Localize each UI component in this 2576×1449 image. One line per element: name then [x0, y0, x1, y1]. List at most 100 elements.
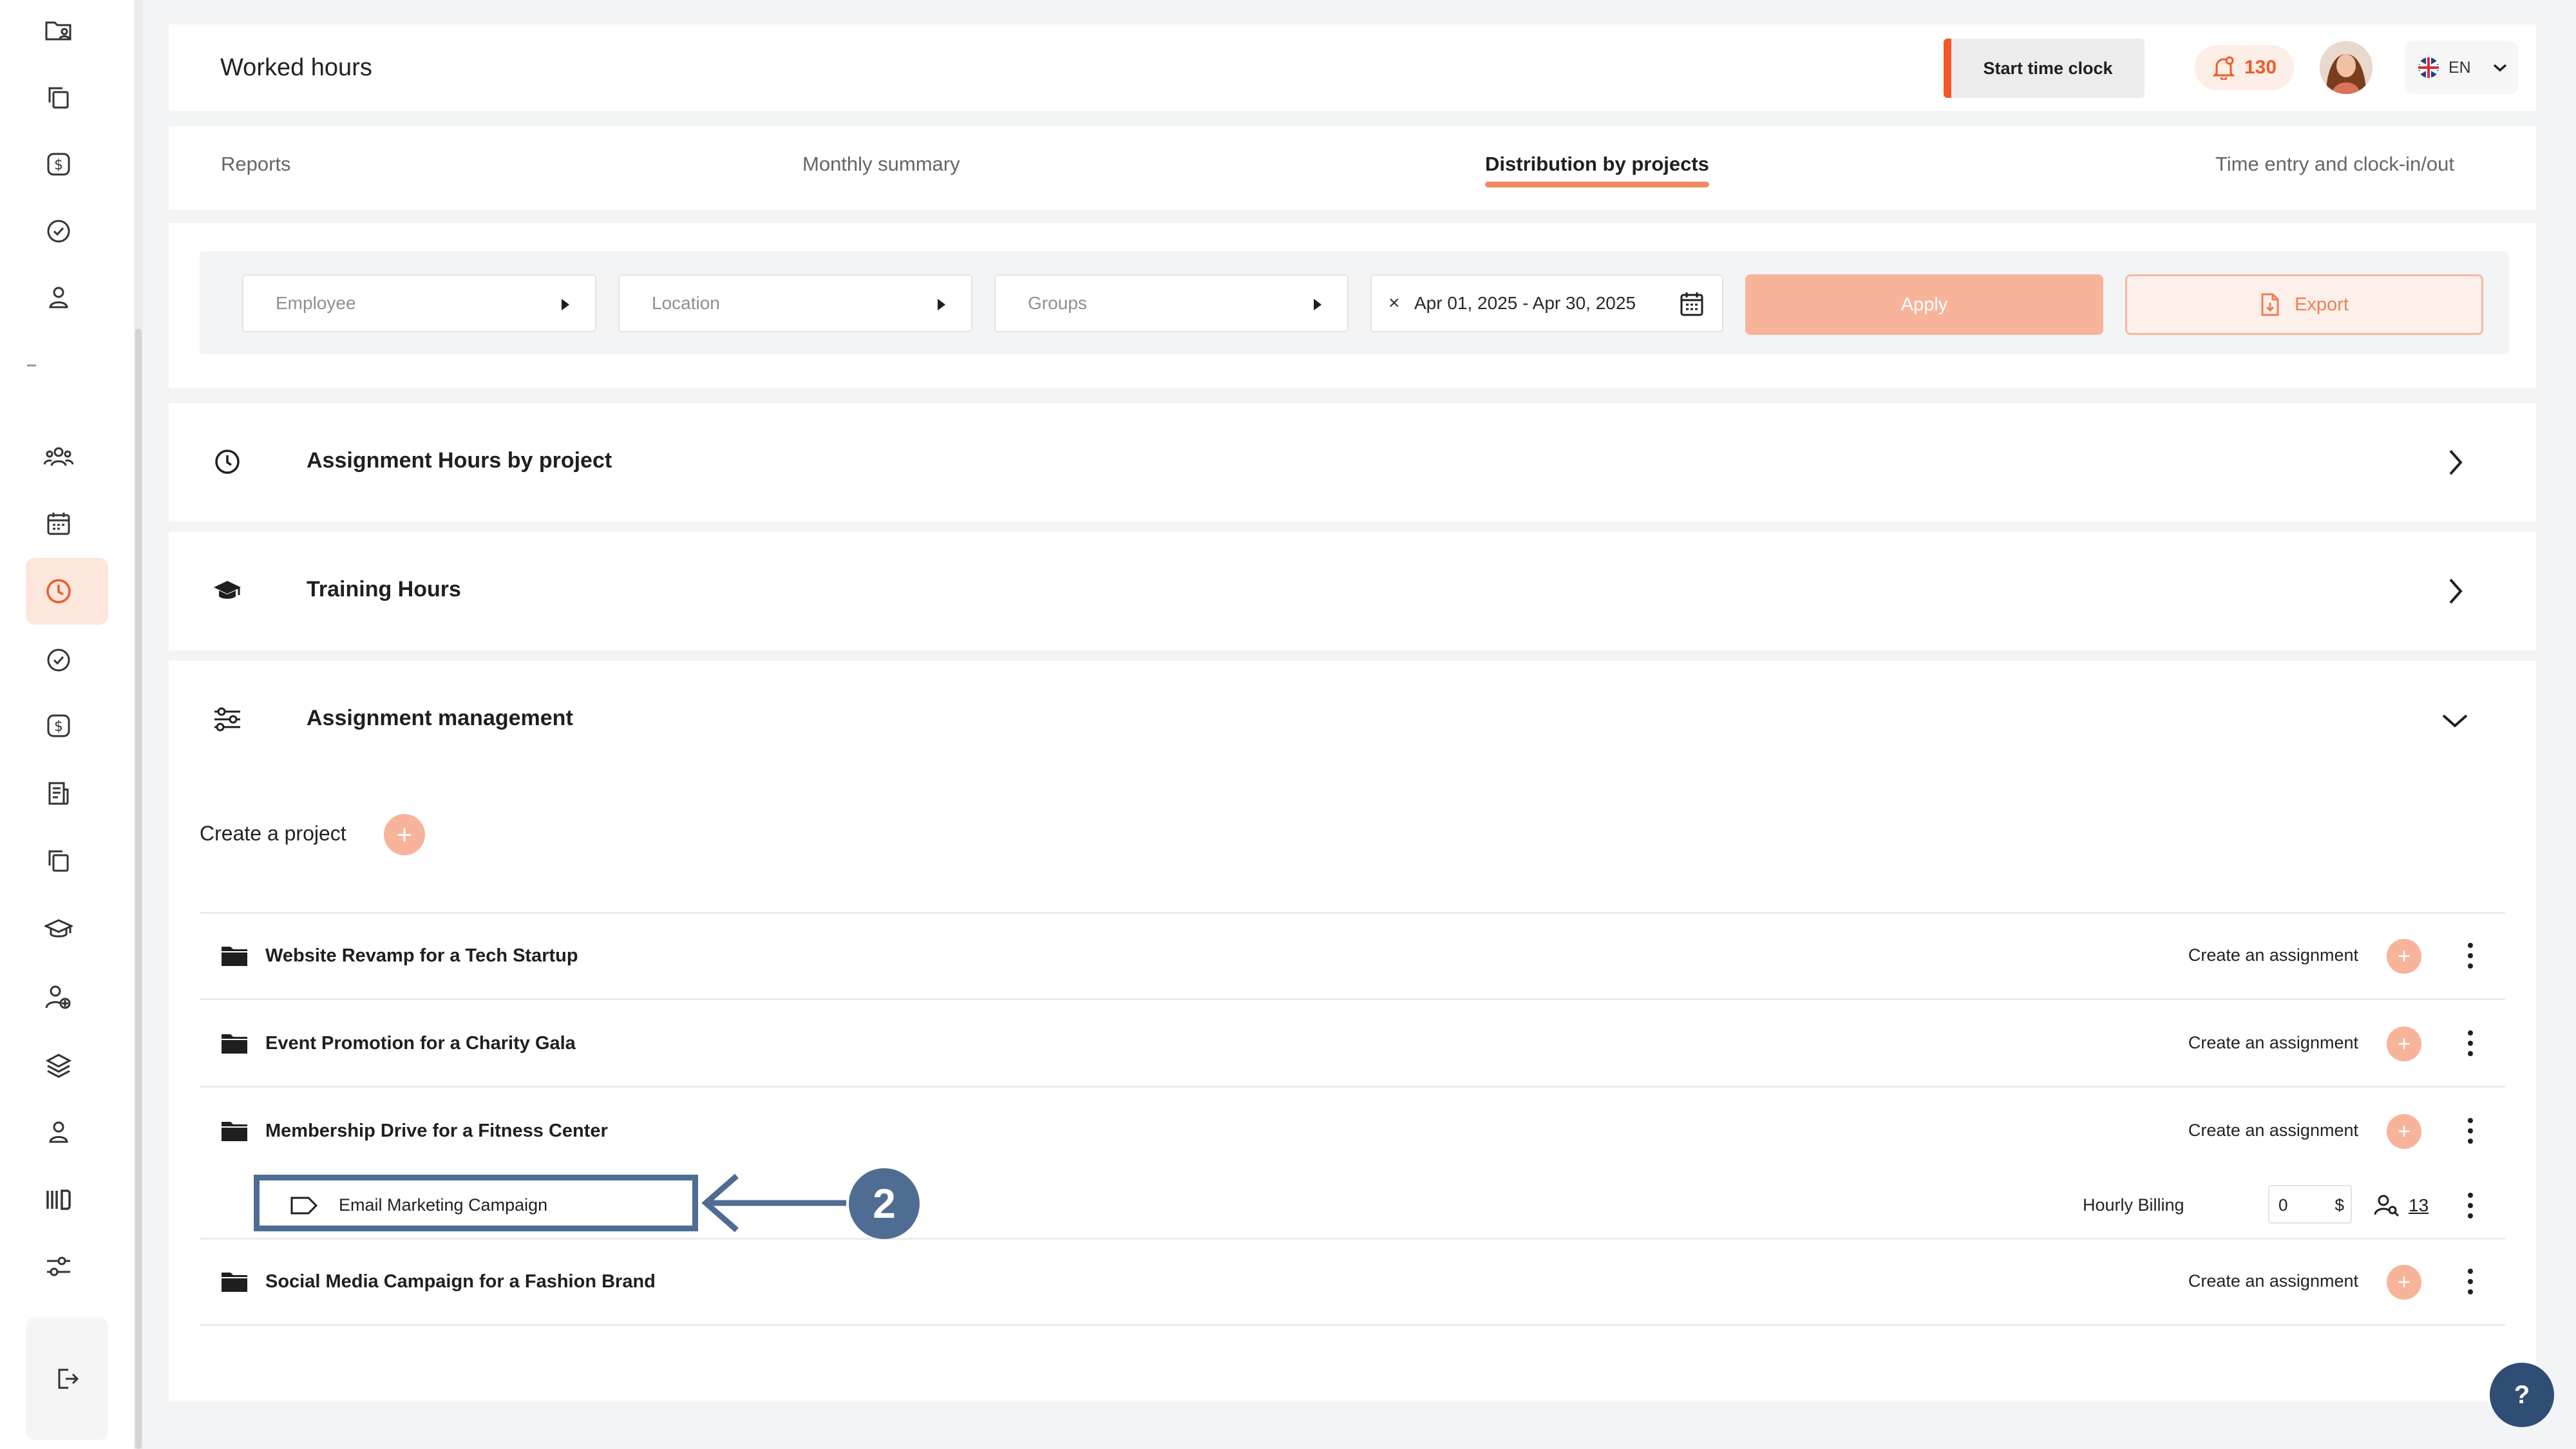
folder-icon: [222, 1122, 247, 1141]
create-assignment-link[interactable]: Create an assignment: [2093, 1033, 2358, 1053]
clear-date-icon[interactable]: ×: [1388, 292, 1403, 314]
sliders-icon[interactable]: [40, 1248, 77, 1285]
location-placeholder: Location: [652, 293, 720, 313]
hourly-rate-value: 0: [2278, 1195, 2288, 1215]
date-range-picker[interactable]: × Apr 01, 2025 - Apr 30, 2025: [1370, 274, 1723, 332]
bell-icon: [2212, 56, 2235, 80]
check-circle-icon[interactable]: [40, 641, 77, 679]
divider: [200, 1324, 2505, 1326]
divider: [200, 1086, 2505, 1088]
calendar-icon[interactable]: [40, 505, 77, 542]
more-options-icon[interactable]: [2461, 1027, 2479, 1060]
apply-button[interactable]: Apply: [1745, 274, 2103, 335]
caret-right-icon: [1314, 299, 1321, 310]
create-assignment-button[interactable]: +: [2387, 1027, 2421, 1061]
dollar-icon[interactable]: $: [40, 707, 77, 744]
more-options-icon[interactable]: [2461, 1265, 2479, 1298]
employee-select[interactable]: Employee: [242, 274, 596, 332]
user-search-icon[interactable]: [2374, 1193, 2400, 1217]
page-title: Worked hours: [220, 54, 372, 81]
copy-icon[interactable]: [40, 842, 77, 879]
start-time-clock-button[interactable]: Start time clock: [1944, 39, 2145, 98]
chevron-down-icon[interactable]: [2436, 701, 2474, 739]
assigned-members-count[interactable]: 13: [2409, 1195, 2429, 1216]
project-name[interactable]: Website Revamp for a Tech Startup: [265, 945, 578, 967]
chevron-down-icon: [2493, 64, 2506, 72]
project-name[interactable]: Event Promotion for a Charity Gala: [265, 1033, 576, 1054]
create-assignment-link[interactable]: Create an assignment: [2093, 1121, 2358, 1141]
currency-symbol: $: [2334, 1195, 2344, 1215]
create-assignment-link[interactable]: Create an assignment: [2093, 945, 2358, 965]
graduation-cap-icon: [207, 571, 247, 611]
graduation-cap-icon[interactable]: [40, 911, 77, 948]
create-assignment-button[interactable]: +: [2387, 939, 2421, 974]
barcode-icon[interactable]: [40, 1181, 77, 1218]
hourly-rate-input[interactable]: 0 $: [2268, 1185, 2352, 1224]
layers-icon[interactable]: [40, 1046, 77, 1084]
annotation-arrow-icon: [701, 1173, 846, 1233]
dollar-icon[interactable]: $: [40, 146, 77, 183]
language-label: EN: [2448, 58, 2471, 77]
more-options-icon[interactable]: [2461, 1189, 2479, 1222]
calendar-icon[interactable]: [1680, 291, 1704, 317]
sidebar: $ $: [0, 0, 134, 1449]
clock-icon: [207, 442, 247, 482]
notification-count: 130: [2244, 57, 2277, 78]
sidebar-scrollbar-thumb[interactable]: [135, 328, 142, 1449]
report-icon[interactable]: [40, 775, 77, 812]
section-title-assignment-management: Assignment management: [307, 706, 573, 730]
annotation-step-badge: 2: [849, 1168, 920, 1239]
svg-text:$: $: [54, 719, 63, 735]
svg-text:$: $: [54, 157, 63, 173]
check-circle-icon[interactable]: [40, 213, 77, 250]
annotation-highlight-box: [254, 1175, 698, 1231]
clock-icon[interactable]: [40, 573, 77, 610]
folder-icon: [222, 947, 247, 966]
tab-time-entry[interactable]: Time entry and clock-in/out: [2215, 153, 2454, 176]
tab-reports[interactable]: Reports: [221, 153, 291, 176]
team-icon[interactable]: [40, 438, 77, 475]
create-assignment-link[interactable]: Create an assignment: [2093, 1271, 2358, 1291]
user-settings-icon[interactable]: [40, 979, 77, 1016]
create-assignment-button[interactable]: +: [2387, 1114, 2421, 1149]
chevron-right-icon[interactable]: [2436, 572, 2474, 611]
notifications-button[interactable]: 130: [2195, 45, 2294, 90]
export-button[interactable]: Export: [2125, 274, 2483, 335]
create-project-label: Create a project: [200, 822, 346, 845]
logout-icon[interactable]: [48, 1360, 86, 1397]
create-project-button[interactable]: +: [384, 814, 425, 855]
create-assignment-button[interactable]: +: [2387, 1265, 2421, 1300]
apply-label: Apply: [1900, 294, 1948, 315]
billing-type-label: Hourly Billing: [2083, 1195, 2184, 1215]
folder-icon: [222, 1034, 247, 1054]
project-name[interactable]: Social Media Campaign for a Fashion Bran…: [265, 1271, 656, 1293]
tab-distribution-by-projects[interactable]: Distribution by projects: [1485, 153, 1709, 176]
user-icon[interactable]: [40, 1113, 77, 1150]
groups-select[interactable]: Groups: [994, 274, 1349, 332]
training-hours-section[interactable]: [169, 532, 2536, 650]
folder-user-icon[interactable]: [40, 12, 77, 49]
file-export-icon: [2261, 293, 2279, 316]
more-options-icon[interactable]: [2461, 939, 2479, 972]
tab-monthly-summary[interactable]: Monthly summary: [802, 153, 960, 176]
caret-right-icon: [938, 299, 945, 310]
avatar[interactable]: [2320, 41, 2372, 94]
language-selector[interactable]: EN: [2405, 41, 2518, 94]
tabs-bar: [169, 126, 2536, 210]
project-name[interactable]: Membership Drive for a Fitness Center: [265, 1121, 608, 1142]
folder-icon: [222, 1273, 247, 1292]
sliders-icon: [207, 699, 247, 739]
date-range-value: Apr 01, 2025 - Apr 30, 2025: [1414, 293, 1636, 313]
section-title-training-hours: Training Hours: [307, 577, 461, 601]
help-button[interactable]: ?: [2490, 1363, 2554, 1427]
employee-placeholder: Employee: [276, 293, 356, 313]
user-icon[interactable]: [40, 278, 77, 316]
copy-icon[interactable]: [40, 79, 77, 116]
caret-right-icon: [562, 299, 569, 310]
more-options-icon[interactable]: [2461, 1114, 2479, 1148]
uk-flag-icon: [2418, 57, 2439, 78]
location-select[interactable]: Location: [618, 274, 972, 332]
active-tab-indicator: [1485, 182, 1709, 187]
header-bar: Worked hours Start time clock 130 EN: [169, 24, 2536, 111]
chevron-right-icon[interactable]: [2436, 443, 2474, 482]
